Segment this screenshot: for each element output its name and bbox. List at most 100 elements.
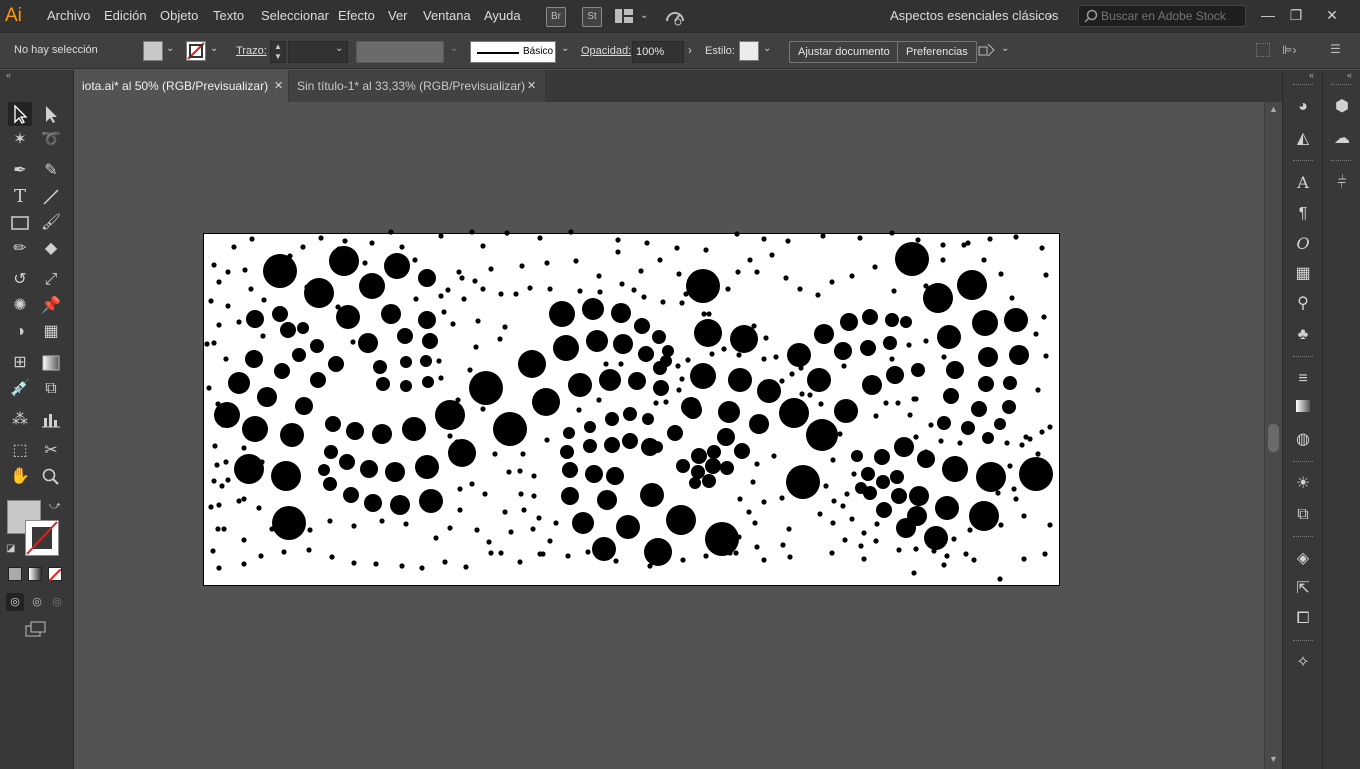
- curvature-tool-icon[interactable]: ✎: [39, 159, 63, 183]
- close-icon[interactable]: ✕: [527, 70, 536, 102]
- perspective-grid-tool-icon[interactable]: ▦: [39, 320, 63, 344]
- gradient-icon[interactable]: [1292, 398, 1314, 420]
- fill-swatch[interactable]: [143, 41, 163, 61]
- paintbrush-tool-icon[interactable]: 🖌: [39, 211, 63, 235]
- panel-grip[interactable]: [1293, 461, 1313, 464]
- type-tool-icon[interactable]: T: [8, 185, 32, 209]
- panel-grip[interactable]: [1331, 160, 1351, 163]
- color-guide-icon[interactable]: ◕: [1292, 96, 1314, 118]
- rotate-tool-icon[interactable]: ↺: [8, 268, 32, 292]
- blend-tool-icon[interactable]: ⧉: [39, 377, 63, 401]
- brush-definition[interactable]: Básico: [470, 41, 556, 63]
- brushes-icon[interactable]: ⚲: [1292, 293, 1314, 315]
- magic-wand-tool-icon[interactable]: ✶: [8, 128, 32, 152]
- menu-objeto[interactable]: Objeto: [160, 8, 198, 23]
- scale-tool-icon[interactable]: ⤢: [39, 268, 63, 292]
- gradient-mode-icon[interactable]: [28, 567, 42, 581]
- mesh-tool-icon[interactable]: ⊞: [8, 351, 32, 375]
- opacity-field[interactable]: 100%: [632, 41, 684, 63]
- bridge-icon[interactable]: Br: [546, 7, 566, 27]
- isolate-icon[interactable]: [1256, 43, 1270, 57]
- scroll-thumb[interactable]: [1268, 424, 1279, 452]
- scroll-up-icon[interactable]: ▲: [1269, 104, 1278, 114]
- swap-colors-icon[interactable]: ⤻: [49, 500, 61, 513]
- selection-tool-icon[interactable]: [8, 102, 32, 126]
- chevron-down-icon[interactable]: ⌄: [1046, 10, 1054, 21]
- menu-archivo[interactable]: Archivo: [47, 8, 90, 23]
- restore-button[interactable]: ❐: [1284, 4, 1308, 26]
- stroke-stepper[interactable]: ▲ ▼: [270, 41, 286, 63]
- menu-efecto[interactable]: Efecto: [338, 8, 375, 23]
- line-segment-tool-icon[interactable]: [39, 185, 63, 209]
- default-colors-icon[interactable]: ◪: [6, 543, 15, 554]
- chevron-down-icon[interactable]: ⌄: [166, 43, 174, 54]
- column-graph-tool-icon[interactable]: [39, 408, 63, 432]
- search-input[interactable]: [1101, 8, 1243, 24]
- panel-grip[interactable]: [1293, 640, 1313, 643]
- puppet-warp-tool-icon[interactable]: ✺: [8, 294, 32, 318]
- menu-ayuda[interactable]: Ayuda: [484, 8, 521, 23]
- pin-tool-icon[interactable]: 📌: [39, 294, 63, 318]
- canvas-area[interactable]: [74, 102, 1264, 769]
- draw-behind-icon[interactable]: ◎: [28, 593, 46, 611]
- stock-icon[interactable]: St: [582, 7, 602, 27]
- panel-grip[interactable]: [1293, 160, 1313, 163]
- color-mode-icon[interactable]: [8, 567, 22, 581]
- align-objects-icon[interactable]: ⊫›: [1282, 43, 1304, 57]
- menu-ventana[interactable]: Ventana: [423, 8, 471, 23]
- chevron-down-icon[interactable]: ⌄: [640, 10, 648, 21]
- slice-tool-icon[interactable]: ✂: [39, 439, 63, 463]
- symbol-sprayer-tool-icon[interactable]: ⁂: [8, 408, 32, 432]
- menu-edicion[interactable]: Edición: [104, 8, 147, 23]
- preferences-button[interactable]: Preferencias: [897, 41, 977, 63]
- menu-texto[interactable]: Texto: [213, 8, 244, 23]
- gradient-tool-icon[interactable]: [39, 351, 63, 375]
- opentype-icon[interactable]: O: [1292, 233, 1314, 255]
- stroke-swatch[interactable]: [186, 41, 206, 61]
- properties-icon[interactable]: ⬢: [1331, 96, 1353, 118]
- close-icon[interactable]: ✕: [274, 70, 283, 102]
- collapse-panel-icon[interactable]: «: [1347, 70, 1352, 80]
- artboards-icon[interactable]: ⧠: [1292, 608, 1314, 630]
- workspace-switcher[interactable]: Aspectos esenciales clásicos: [890, 8, 1058, 23]
- minimize-button[interactable]: —: [1256, 4, 1280, 26]
- gpu-performance-icon[interactable]: [664, 6, 686, 26]
- pen-tool-icon[interactable]: ✒: [8, 159, 32, 183]
- dot-pattern-artwork[interactable]: [204, 229, 1061, 587]
- tab-untitled-1[interactable]: Sin título-1* al 33,33% (RGB/Previsualiz…: [289, 70, 545, 102]
- panel-grip[interactable]: [1293, 84, 1313, 87]
- chevron-down-icon[interactable]: ⌄: [561, 43, 569, 54]
- eyedropper-tool-icon[interactable]: 💉: [8, 377, 32, 401]
- character-icon[interactable]: A: [1292, 172, 1314, 194]
- shape-builder-tool-icon[interactable]: ◑: [8, 320, 32, 344]
- panel-menu-icon[interactable]: ☰: [1330, 42, 1344, 56]
- export-icon[interactable]: ⇱: [1292, 578, 1314, 600]
- libraries-icon[interactable]: ☁: [1331, 128, 1353, 150]
- paragraph-icon[interactable]: ¶: [1292, 203, 1314, 225]
- chevron-down-icon[interactable]: ⌄: [450, 43, 458, 54]
- swatches-icon[interactable]: ◭: [1292, 128, 1314, 150]
- artboard-tool-icon[interactable]: ⬚: [8, 439, 32, 463]
- graphic-style-swatch[interactable]: [739, 41, 759, 61]
- chevron-down-icon[interactable]: ⌄: [1001, 43, 1009, 54]
- eraser-tool-icon[interactable]: ◆: [39, 237, 63, 261]
- direct-selection-tool-icon[interactable]: [39, 102, 63, 126]
- arrange-icon[interactable]: [978, 42, 996, 60]
- collapse-panel-icon[interactable]: «: [6, 70, 11, 80]
- layers-icon[interactable]: ◈: [1292, 548, 1314, 570]
- fit-document-button[interactable]: Ajustar documento: [789, 41, 899, 63]
- arrange-documents-icon[interactable]: [614, 8, 634, 24]
- panel-grip[interactable]: [1331, 84, 1351, 87]
- menu-ver[interactable]: Ver: [388, 8, 408, 23]
- variable-width-profile[interactable]: [356, 41, 444, 63]
- chevron-down-icon[interactable]: ⌄: [210, 43, 218, 54]
- screen-mode-icon[interactable]: [24, 620, 48, 638]
- graphic-styles-icon[interactable]: ⧉: [1292, 504, 1314, 526]
- tab-iota[interactable]: iota.ai* al 50% (RGB/Previsualizar) ✕: [74, 70, 288, 102]
- shaper-tool-icon[interactable]: ✏: [8, 237, 32, 261]
- rectangle-tool-icon[interactable]: [8, 211, 32, 235]
- stroke-icon[interactable]: ≡: [1292, 368, 1314, 390]
- scroll-down-icon[interactable]: ▼: [1269, 754, 1278, 764]
- adobe-stock-search[interactable]: [1078, 5, 1246, 27]
- chevron-right-icon[interactable]: ›: [688, 43, 692, 57]
